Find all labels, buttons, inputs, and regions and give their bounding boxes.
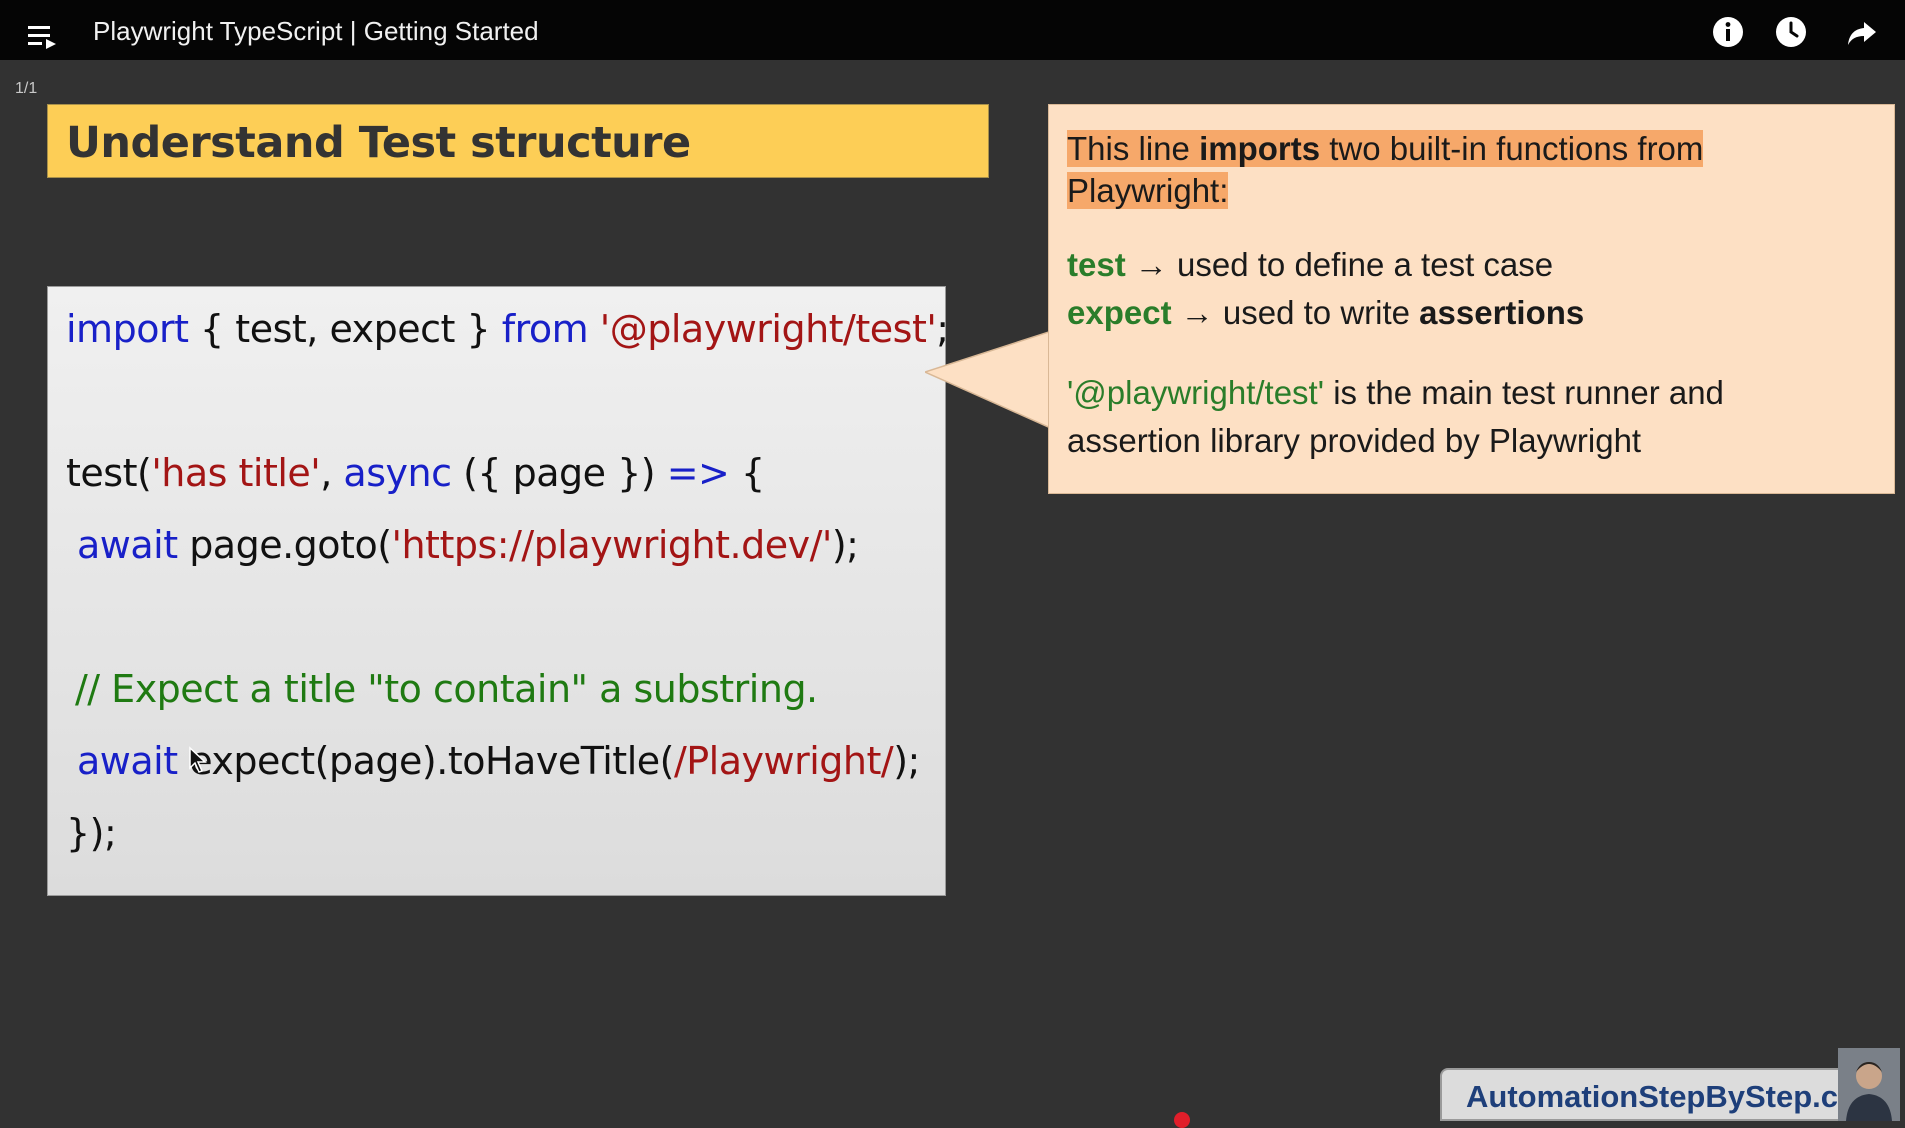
code-keyword: from [501, 307, 589, 351]
info-icon[interactable] [1712, 16, 1744, 48]
callout-text: → used to define a test case [1125, 246, 1554, 283]
watch-later-icon[interactable] [1775, 16, 1807, 48]
code-text: , [320, 451, 344, 495]
watermark-banner: AutomationStepByStep.com [1440, 1068, 1885, 1121]
callout-text: → used to write [1171, 294, 1420, 331]
code-keyword: async [343, 451, 452, 495]
callout-text: Playwright: [1067, 172, 1229, 209]
code-line-close: }); [66, 811, 117, 855]
slide-heading: Understand Test structure [66, 118, 691, 168]
player-top-bar: Playwright TypeScript | Getting Started [0, 0, 1905, 60]
presenter-video-thumbnail [1838, 1048, 1900, 1121]
video-title[interactable]: Playwright TypeScript | Getting Started [93, 16, 539, 46]
code-line-goto: await page.goto('https://playwright.dev/… [77, 523, 859, 567]
callout-expect-line: expect → used to write assertions [1067, 292, 1584, 334]
callout-module-line2: assertion library provided by Playwright [1067, 422, 1642, 459]
callout-bold-text: assertions [1419, 294, 1585, 331]
code-text: test( [66, 451, 152, 495]
code-text: ); [831, 523, 859, 567]
callout-intro-line1: This line imports two built-in functions… [1067, 128, 1704, 170]
code-keyword: await [77, 523, 178, 567]
playlist-icon[interactable] [28, 24, 58, 50]
callout-module-name: '@playwright/test' [1067, 374, 1325, 411]
callout-text: is the main test runner and [1324, 374, 1724, 411]
code-keyword: await [77, 739, 178, 783]
code-regex: /Playwright/ [673, 739, 894, 783]
callout-module-line1: '@playwright/test' is the main test runn… [1067, 372, 1724, 414]
code-text: expect(page).toHaveTitle( [177, 739, 674, 783]
callout-pointer [925, 330, 1055, 430]
code-text: page.goto( [177, 523, 392, 567]
share-icon[interactable] [1846, 16, 1878, 48]
code-line-test: test('has title', async ({ page }) => { [66, 451, 765, 495]
callout-text: This line [1067, 130, 1200, 167]
code-panel: import { test, expect } from '@playwrigh… [47, 286, 949, 896]
mouse-cursor-icon [189, 746, 207, 773]
callout-intro-line2: Playwright: [1067, 170, 1229, 212]
callout-text: two built-in functions from [1320, 130, 1704, 167]
code-keyword: import [66, 307, 189, 351]
code-keyword: => [666, 451, 730, 495]
code-text: ({ page }) [451, 451, 667, 495]
code-line-comment: // Expect a title "to contain" a substri… [75, 667, 818, 711]
code-text: { [729, 451, 765, 495]
watermark-text: AutomationStepByStep.com [1466, 1079, 1885, 1114]
callout-term-expect: expect [1067, 294, 1172, 331]
callout-term-test: test [1067, 246, 1126, 283]
callout-bold-text: imports [1199, 130, 1321, 167]
code-text: { test, expect } [188, 307, 502, 351]
code-string: 'has title' [151, 451, 321, 495]
slide-counter: 1/1 [15, 80, 38, 97]
code-line-import: import { test, expect } from '@playwrigh… [66, 307, 949, 351]
progress-scrubber-handle[interactable] [1174, 1112, 1190, 1128]
code-string: 'https://playwright.dev/' [391, 523, 833, 567]
explanation-callout: This line imports two built-in functions… [1048, 104, 1895, 494]
slide-heading-box: Understand Test structure [47, 104, 989, 178]
code-string: '@playwright/test' [599, 307, 937, 351]
callout-test-line: test → used to define a test case [1067, 244, 1553, 286]
presenter-avatar-icon [1838, 1048, 1900, 1121]
code-text: ); [893, 739, 920, 783]
